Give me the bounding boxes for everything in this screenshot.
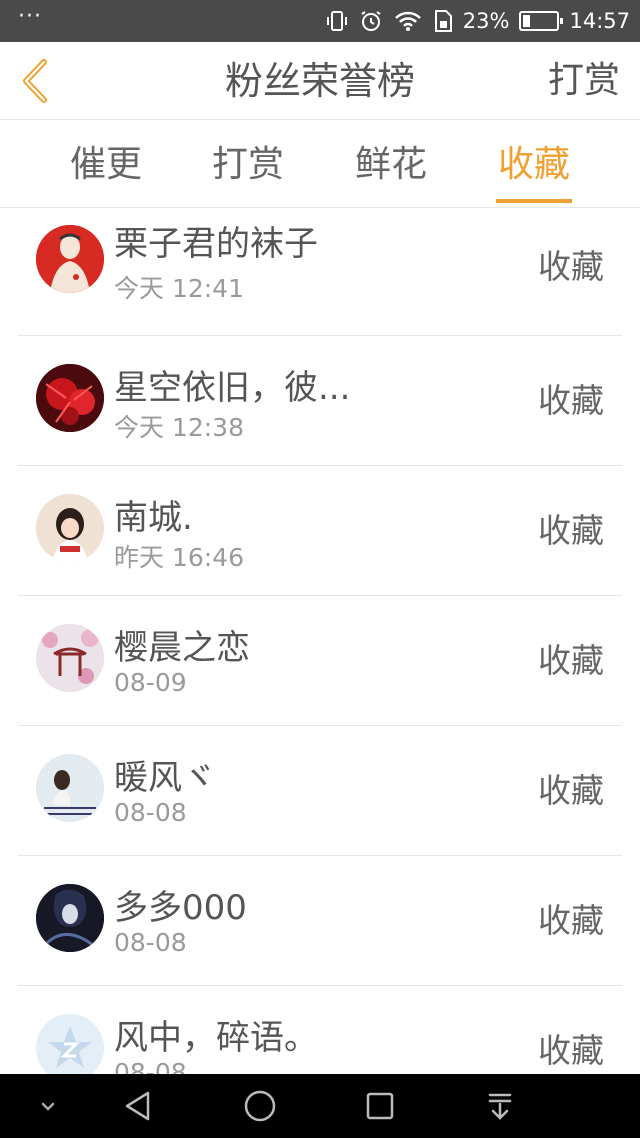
list-item-time: 今天 12:38 <box>114 413 244 442</box>
tab-favorites[interactable]: 收藏 <box>496 121 572 208</box>
wifi-icon <box>393 9 423 33</box>
list-item-time: 08-08 <box>114 928 187 957</box>
list-item-time: 今天 12:41 <box>114 274 244 303</box>
list-item-action: 收藏 <box>538 771 604 810</box>
list-item[interactable]: 栗子君的袜子 今天 12:41 收藏 <box>18 209 622 336</box>
system-nav-bar <box>0 1074 640 1138</box>
list-item[interactable]: 樱晨之恋 08-09 收藏 <box>18 596 622 726</box>
avatar <box>36 884 104 952</box>
list-item[interactable]: 多多000 08-08 收藏 <box>18 856 622 986</box>
nav-back-button[interactable] <box>108 1074 168 1138</box>
tab-urge[interactable]: 催更 <box>68 121 144 208</box>
tab-flowers[interactable]: 鲜花 <box>353 121 429 208</box>
list-item-time: 08-08 <box>114 1058 187 1074</box>
chevron-down-icon <box>41 1102 55 1111</box>
nav-recent-button[interactable] <box>350 1074 410 1138</box>
back-triangle-icon <box>125 1091 150 1121</box>
sim-icon <box>433 9 453 33</box>
list-item[interactable]: 风中，碎语。 08-08 收藏 <box>18 986 622 1074</box>
nav-hide-button[interactable] <box>18 1074 78 1138</box>
avatar <box>36 364 104 432</box>
status-icons: 23% 14:57 <box>325 0 630 42</box>
avatar <box>36 225 104 293</box>
list-item-action: 收藏 <box>538 381 604 420</box>
download-icon <box>488 1093 512 1120</box>
tab-bar: 催更 打赏 鲜花 收藏 <box>0 121 640 208</box>
battery-level <box>523 15 531 27</box>
list-item-action: 收藏 <box>538 511 604 550</box>
list-item-name: 风中，碎语。 <box>114 1018 318 1058</box>
avatar <box>36 1014 104 1074</box>
battery-text: 23% <box>462 9 510 33</box>
status-time: 14:57 <box>569 9 630 33</box>
vibrate-icon <box>325 9 349 33</box>
avatar <box>36 754 104 822</box>
tab-reward[interactable]: 打赏 <box>210 121 286 208</box>
notification-dots: ··· <box>18 4 42 29</box>
list-item-time: 昨天 16:46 <box>114 543 244 572</box>
list-item-time: 08-09 <box>114 668 187 697</box>
avatar <box>36 494 104 562</box>
list-item-name: 星空依旧，彼... <box>114 368 351 408</box>
alarm-icon <box>359 9 383 33</box>
list-item-time: 08-08 <box>114 798 187 827</box>
list-item-action: 收藏 <box>538 1031 604 1070</box>
reward-button[interactable]: 打赏 <box>548 42 620 120</box>
home-circle-icon <box>244 1090 276 1122</box>
list-item-action: 收藏 <box>538 641 604 680</box>
nav-home-button[interactable] <box>230 1074 290 1138</box>
page-title: 粉丝荣誉榜 <box>224 59 415 103</box>
battery-icon <box>519 11 564 31</box>
list-item[interactable]: 暖风ヾ 08-08 收藏 <box>18 726 622 856</box>
list-item-name: 樱晨之恋 <box>114 628 250 668</box>
status-bar: ··· 23% 14:57 <box>0 0 640 42</box>
list-item[interactable]: 南城. 昨天 16:46 收藏 <box>18 466 622 596</box>
avatar <box>36 624 104 692</box>
active-tab-indicator <box>496 199 572 203</box>
list-item-name: 暖风ヾ <box>114 758 216 798</box>
nav-notification-button[interactable] <box>470 1074 530 1138</box>
list-item[interactable]: 星空依旧，彼... 今天 12:38 收藏 <box>18 336 622 466</box>
list-item-name: 栗子君的袜子 <box>114 224 318 264</box>
list-item-action: 收藏 <box>538 247 604 286</box>
app-header: 粉丝荣誉榜 打赏 <box>0 42 640 120</box>
recent-square-icon <box>366 1092 394 1120</box>
list-item-name: 南城. <box>114 498 193 538</box>
list-item-name: 多多000 <box>114 888 247 928</box>
fan-list: 栗子君的袜子 今天 12:41 收藏 星空依旧，彼... 今天 12:38 收藏… <box>0 209 640 1074</box>
list-item-action: 收藏 <box>538 901 604 940</box>
